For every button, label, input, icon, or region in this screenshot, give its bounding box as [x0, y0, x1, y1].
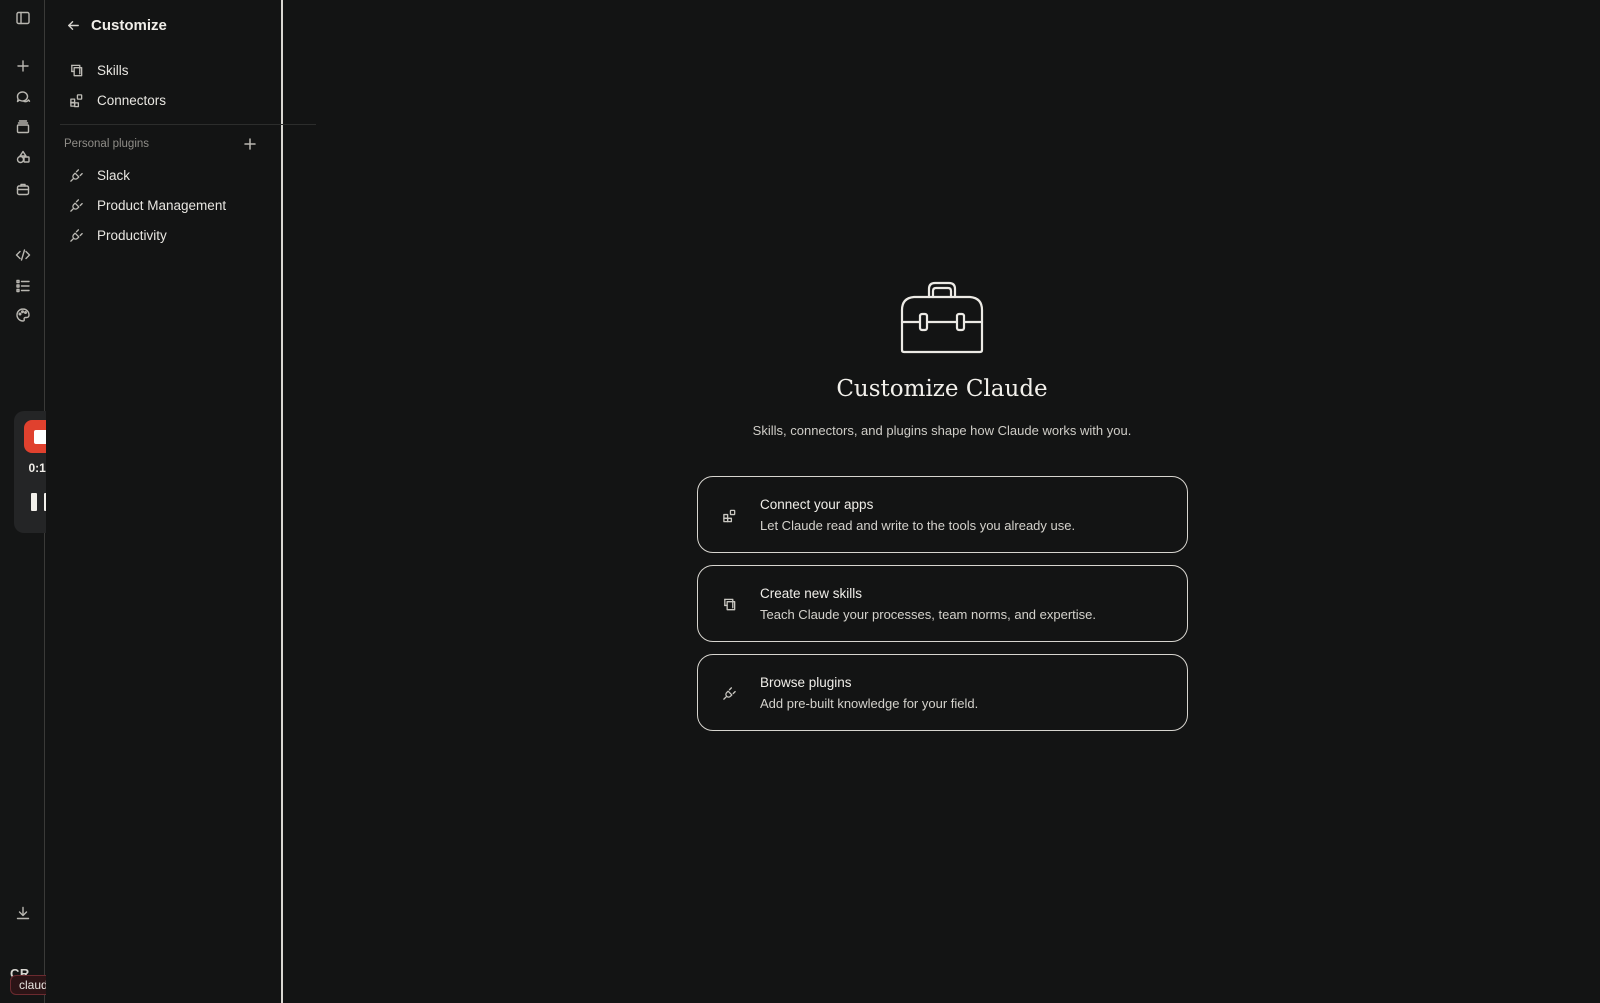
plugin-label: Product Management: [97, 197, 227, 213]
nav-item-connectors[interactable]: Connectors: [60, 86, 270, 114]
palette-icon[interactable]: [12, 304, 34, 326]
connect-apps-card[interactable]: Connect your apps Let Claude read and wr…: [697, 476, 1188, 553]
plugin-item-slack[interactable]: Slack: [60, 161, 270, 189]
projects-icon[interactable]: [12, 116, 34, 138]
section-label-personal-plugins: Personal plugins: [64, 138, 150, 150]
skills-icon: [720, 595, 738, 613]
card-title: Browse plugins: [760, 675, 852, 690]
artifacts-icon[interactable]: [12, 146, 34, 168]
panel-header: Customize: [64, 14, 167, 36]
divider: [60, 124, 316, 125]
create-skills-card[interactable]: Create new skills Teach Claude your proc…: [697, 565, 1188, 642]
code-icon[interactable]: [12, 244, 34, 266]
plugin-icon: [66, 165, 86, 185]
add-plugin-button[interactable]: [242, 136, 258, 152]
new-chat-icon[interactable]: [12, 55, 34, 77]
back-arrow-icon[interactable]: [64, 16, 82, 34]
browse-plugins-card[interactable]: Browse plugins Add pre-built knowledge f…: [697, 654, 1188, 731]
sidebar-toggle-icon[interactable]: [12, 7, 34, 29]
nav-item-label: Skills: [97, 62, 129, 78]
card-description: Teach Claude your processes, team norms,…: [760, 607, 1097, 622]
customize-panel: Customize Skills Connectors Personal plu…: [46, 0, 316, 1003]
plugin-item-product-management[interactable]: Product Management: [60, 191, 270, 219]
plugin-label: Slack: [97, 167, 131, 183]
card-title: Connect your apps: [760, 497, 874, 512]
plugin-icon: [720, 684, 738, 702]
plus-icon: [244, 138, 256, 150]
page-subtitle: Skills, connectors, and plugins shape ho…: [752, 423, 1132, 438]
card-description: Add pre-built knowledge for your field.: [760, 696, 979, 711]
card-title: Create new skills: [760, 586, 863, 601]
customize-icon[interactable]: [12, 178, 34, 200]
connectors-icon: [720, 506, 738, 524]
plugin-label: Productivity: [97, 227, 167, 243]
nav-item-label: Connectors: [97, 92, 167, 108]
plugin-item-productivity[interactable]: Productivity: [60, 221, 270, 249]
tasks-icon[interactable]: [12, 275, 34, 297]
download-icon[interactable]: [12, 902, 34, 924]
card-description: Let Claude read and write to the tools y…: [760, 518, 1076, 533]
plugin-icon: [66, 195, 86, 215]
panel-title: Customize: [91, 16, 167, 34]
pause-icon: [31, 493, 37, 511]
connectors-icon: [66, 90, 86, 110]
page-title: Customize Claude: [836, 376, 1048, 402]
chats-icon[interactable]: [12, 86, 34, 108]
nav-item-skills[interactable]: Skills: [60, 56, 270, 84]
skills-icon: [66, 60, 86, 80]
plugin-icon: [66, 225, 86, 245]
toolbox-icon: [899, 280, 985, 356]
